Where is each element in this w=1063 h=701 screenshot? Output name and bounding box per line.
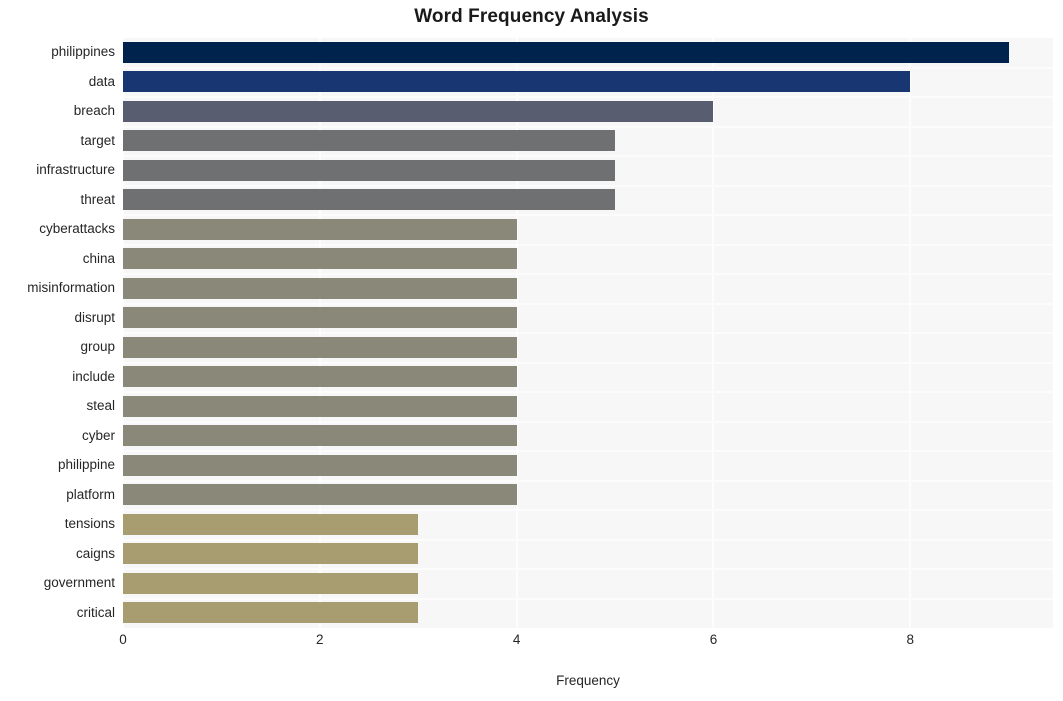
y-tick-label: misinformation — [27, 280, 115, 295]
bar — [123, 159, 616, 181]
bar — [123, 513, 419, 535]
bar — [123, 395, 517, 417]
bar-row — [123, 510, 1053, 538]
bar — [123, 336, 517, 358]
y-tick-label: target — [80, 132, 115, 148]
bar-row — [123, 599, 1053, 627]
x-tick-label: 0 — [119, 632, 127, 647]
y-tick-label: data — [88, 73, 115, 89]
bar — [123, 248, 517, 270]
bar-row — [123, 304, 1053, 332]
y-tick-label: caigns — [75, 545, 115, 561]
bar — [123, 71, 911, 93]
x-tick-label: 2 — [316, 632, 324, 647]
bar-row — [123, 392, 1053, 420]
bar-row — [123, 481, 1053, 509]
y-tick-label: breach — [73, 103, 115, 118]
y-tick-label: group — [80, 339, 115, 354]
bar-row — [123, 245, 1053, 273]
bar-row — [123, 540, 1053, 568]
bar — [123, 425, 517, 447]
bar-row — [123, 363, 1053, 391]
bar-row — [123, 451, 1053, 479]
x-axis-tick-labels: 0 2 4 6 8 — [0, 628, 1063, 658]
y-tick-label: cyberattacks — [39, 221, 115, 236]
y-tick-label: critical — [76, 604, 115, 620]
bar-row — [123, 186, 1053, 214]
bar — [123, 602, 419, 624]
y-tick-label: cyber — [81, 427, 115, 443]
word-frequency-chart: Word Frequency Analysis philippines data b… — [0, 0, 1063, 701]
y-tick-label: tensions — [64, 516, 115, 531]
y-tick-label: steal — [86, 398, 115, 413]
bar — [123, 572, 419, 594]
bar — [123, 277, 517, 299]
y-tick-label: philippine — [57, 457, 115, 472]
y-tick-label: include — [72, 368, 115, 384]
bar-row — [123, 569, 1053, 597]
y-tick-label: china — [82, 250, 115, 266]
bar-row — [123, 274, 1053, 302]
chart-title: Word Frequency Analysis — [414, 6, 649, 27]
bar — [123, 543, 419, 565]
bar — [123, 484, 517, 506]
bar — [123, 189, 616, 211]
bar-row — [123, 38, 1053, 66]
y-tick-label: disrupt — [74, 309, 115, 325]
plot-area — [123, 38, 1053, 628]
x-tick-label: 6 — [709, 632, 718, 647]
bar — [123, 100, 714, 122]
x-tick-label: 8 — [906, 632, 915, 647]
bar-row — [123, 156, 1053, 184]
x-axis-title: Frequency — [556, 673, 620, 688]
bar-row — [123, 127, 1053, 155]
y-tick-label: philippines — [51, 44, 115, 59]
bar — [123, 41, 1009, 63]
bar-row — [123, 215, 1053, 243]
bar — [123, 307, 517, 329]
bar — [123, 366, 517, 388]
x-tick-label: 4 — [512, 632, 521, 647]
bar-row — [123, 97, 1053, 125]
bar-row — [123, 422, 1053, 450]
y-tick-label: government — [43, 575, 115, 590]
bar — [123, 454, 517, 476]
bar — [123, 218, 517, 240]
y-tick-label: infrastructure — [36, 162, 115, 177]
y-axis-category-labels: philippines data breach target infrastructur… — [0, 38, 115, 628]
y-tick-label: platform — [66, 486, 115, 502]
bar — [123, 130, 616, 152]
y-tick-label: threat — [80, 191, 115, 207]
bar-row — [123, 68, 1053, 96]
bar-row — [123, 333, 1053, 361]
